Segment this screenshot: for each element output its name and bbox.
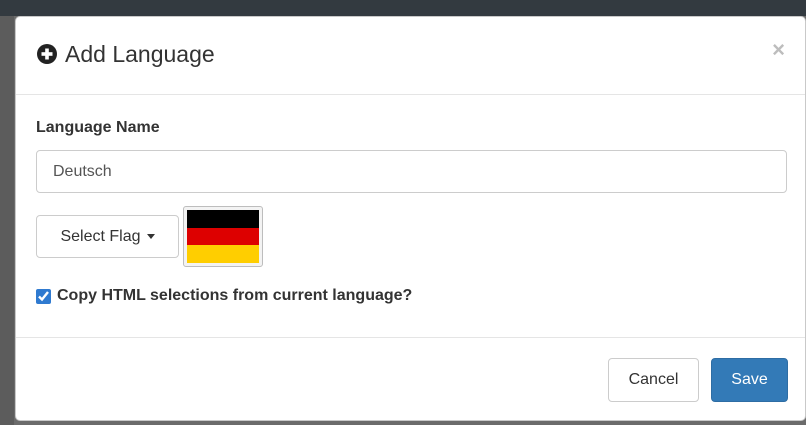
language-name-input[interactable] xyxy=(36,150,787,193)
close-icon[interactable]: × xyxy=(772,39,785,61)
caret-down-icon xyxy=(146,234,155,239)
plus-circle-icon xyxy=(37,44,57,64)
flag-stripe-gold xyxy=(187,245,259,264)
selected-flag-preview xyxy=(183,206,263,267)
copy-html-label: Copy HTML selections from current langua… xyxy=(57,287,413,304)
modal-header: Add Language × xyxy=(16,17,805,95)
flag-stripe-red xyxy=(187,227,259,246)
add-language-modal: Add Language × Language Name Select Flag… xyxy=(15,16,806,421)
select-flag-label: Select Flag xyxy=(60,227,141,245)
flag-stripe-black xyxy=(187,210,259,228)
germany-flag-icon xyxy=(187,210,259,264)
background-navbar xyxy=(0,0,806,16)
language-name-label: Language Name xyxy=(36,119,160,136)
modal-footer-divider xyxy=(16,337,805,338)
copy-html-checkbox[interactable] xyxy=(36,288,51,304)
save-button[interactable]: Save xyxy=(711,358,788,402)
background-overlay xyxy=(0,16,14,425)
copy-html-option[interactable]: Copy HTML selections from current langua… xyxy=(36,287,412,305)
modal-title: Add Language xyxy=(65,41,215,67)
cancel-button[interactable]: Cancel xyxy=(608,358,699,402)
select-flag-button[interactable]: Select Flag xyxy=(36,215,179,258)
